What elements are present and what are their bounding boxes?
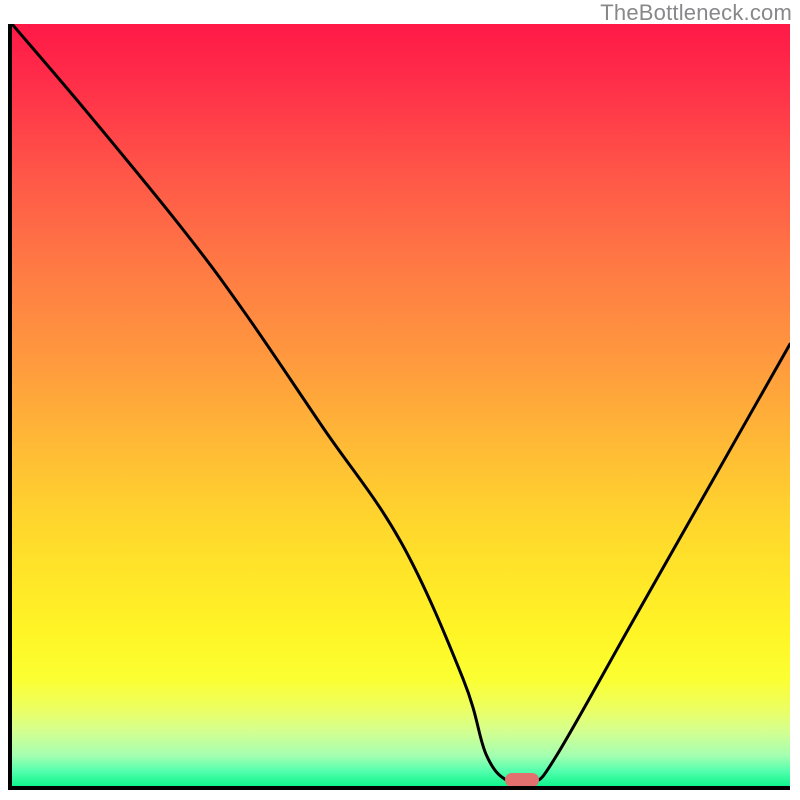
curve-layer — [12, 24, 790, 786]
plot-area — [8, 24, 790, 790]
optimal-point-marker — [505, 773, 539, 787]
bottleneck-chart: TheBottleneck.com — [0, 0, 800, 800]
bottleneck-curve-line — [12, 24, 790, 786]
watermark-text: TheBottleneck.com — [600, 0, 792, 26]
